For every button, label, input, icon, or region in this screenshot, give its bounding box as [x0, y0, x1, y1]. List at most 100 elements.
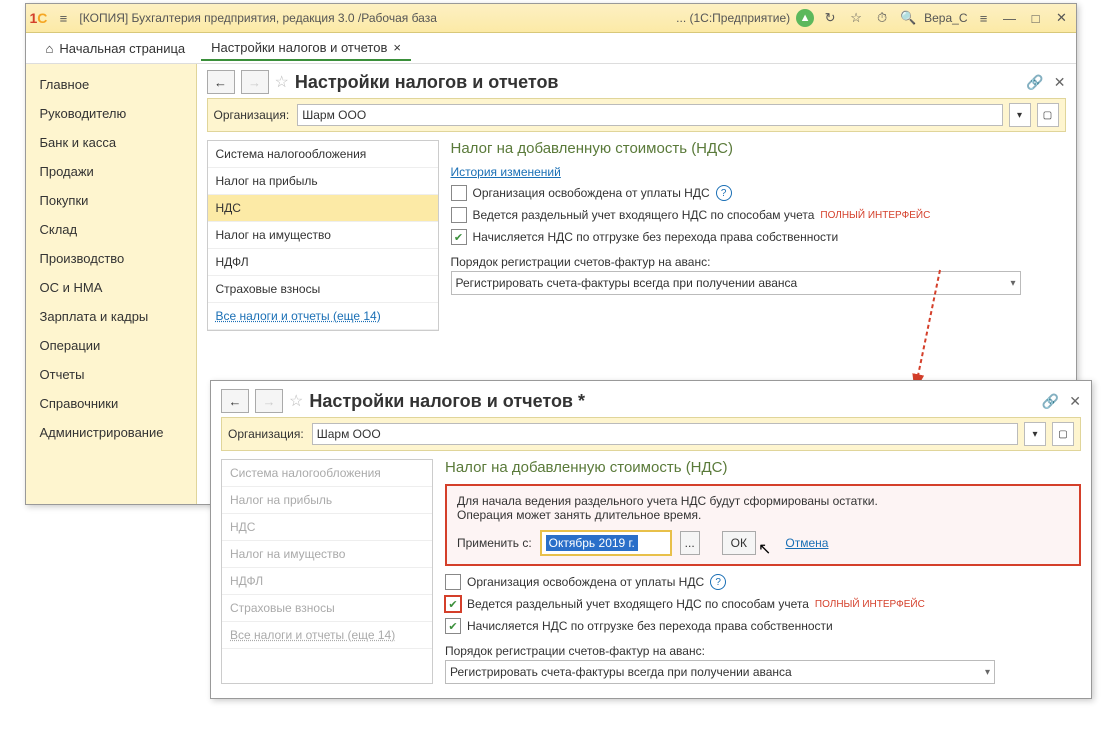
back-button[interactable]: ← [207, 70, 235, 94]
org-open-icon-2[interactable]: ▢ [1052, 422, 1074, 446]
select-value: Регистрировать счета-фактуры всегда при … [456, 276, 798, 290]
home-icon: ⌂ [46, 41, 54, 56]
badge-full-interface: ПОЛНЫЙ ИНТЕРФЕЙС [820, 210, 930, 221]
page-title: Настройки налогов и отчетов [295, 72, 559, 93]
sidebar: Главное Руководителю Банк и касса Продаж… [26, 64, 197, 504]
link-icon[interactable]: 🔗 [1026, 74, 1043, 91]
refresh-icon[interactable]: ↻ [820, 8, 840, 28]
settings-item-profit-tax[interactable]: Налог на прибыль [208, 168, 438, 195]
tab-label: Настройки налогов и отчетов [211, 40, 387, 55]
star-icon[interactable]: ☆ [846, 8, 866, 28]
sidebar-item-assets[interactable]: ОС и НМА [26, 273, 196, 302]
history-icon[interactable]: ⏱ [872, 8, 892, 28]
sidebar-item-operations[interactable]: Операции [26, 331, 196, 360]
settings-item-profit-2: Налог на прибыль [222, 487, 432, 514]
vat-panel-2: Налог на добавленную стоимость (НДС) Для… [445, 459, 1081, 684]
back-button-2[interactable]: ← [221, 389, 249, 413]
settings-item-tax-system[interactable]: Система налогообложения [208, 141, 438, 168]
sidebar-item-admin[interactable]: Администрирование [26, 418, 196, 447]
notification-icon[interactable]: ▲ [796, 9, 814, 27]
search-icon[interactable]: 🔍 [898, 8, 918, 28]
ok-button[interactable]: ОК [722, 531, 756, 555]
forward-button[interactable]: → [241, 70, 269, 94]
org-input-2[interactable]: Шарм ООО [312, 423, 1018, 445]
org-label: Организация: [214, 108, 290, 122]
settings-item-all-link[interactable]: Все налоги и отчеты (еще 14) [208, 303, 438, 330]
checkbox-exempt-2[interactable] [445, 574, 461, 590]
sidebar-item-payroll[interactable]: Зарплата и кадры [26, 302, 196, 331]
tab-home[interactable]: ⌂ Начальная страница [36, 37, 196, 60]
sidebar-item-bank[interactable]: Банк и касса [26, 128, 196, 157]
user-label[interactable]: Вера_С [924, 11, 967, 25]
label-exempt-2: Организация освобождена от уплаты НДС [467, 575, 704, 589]
titlebar: 1С ≡ [КОПИЯ] Бухгалтерия предприятия, ре… [26, 4, 1076, 33]
minimize-icon[interactable]: — [1000, 8, 1020, 28]
settings-item-insurance[interactable]: Страховые взносы [208, 276, 438, 303]
settings-item-pit-2: НДФЛ [222, 568, 432, 595]
apply-label: Применить с: [457, 536, 532, 550]
tab-close-icon[interactable]: × [393, 40, 401, 55]
sidebar-item-main[interactable]: Главное [26, 70, 196, 99]
sidebar-item-catalogs[interactable]: Справочники [26, 389, 196, 418]
tab-home-label: Начальная страница [59, 41, 185, 56]
sidebar-item-production[interactable]: Производство [26, 244, 196, 273]
sidebar-item-sales[interactable]: Продажи [26, 157, 196, 186]
org-dropdown-icon-2[interactable]: ▾ [1024, 422, 1046, 446]
favorite-icon-2[interactable]: ☆ [289, 391, 303, 411]
panel-close-icon[interactable]: ✕ [1054, 74, 1066, 91]
favorite-icon[interactable]: ☆ [275, 72, 289, 92]
panel-close-icon-2[interactable]: ✕ [1069, 393, 1081, 410]
org-bar: Организация: Шарм ООО ▾ ▢ [207, 98, 1066, 132]
select-value-2: Регистрировать счета-фактуры всегда при … [450, 665, 792, 679]
section-title-2: Налог на добавленную стоимость (НДС) [445, 459, 1081, 476]
checkbox-separate-2[interactable]: ✔ [445, 596, 461, 612]
maximize-icon[interactable]: □ [1026, 8, 1046, 28]
close-icon[interactable]: ✕ [1052, 8, 1072, 28]
checkbox-separate[interactable] [451, 207, 467, 223]
vat-panel: Налог на добавленную стоимость (НДС) Ист… [451, 140, 1066, 331]
date-input[interactable]: Октябрь 2019 г. [540, 530, 672, 556]
help-icon[interactable]: ? [716, 185, 732, 201]
date-picker-button[interactable]: ... [680, 531, 700, 555]
history-link[interactable]: История изменений [451, 165, 561, 179]
checkbox-shipment[interactable]: ✔ [451, 229, 467, 245]
settings-list-2: Система налогообложения Налог на прибыль… [221, 459, 433, 684]
org-input[interactable]: Шарм ООО [297, 104, 1002, 126]
select-label: Порядок регистрации счетов-фактур на ава… [451, 255, 711, 269]
cursor-icon: ↖ [758, 539, 771, 559]
sidebar-item-manager[interactable]: Руководителю [26, 99, 196, 128]
tab-settings[interactable]: Настройки налогов и отчетов × [201, 36, 411, 61]
help-icon-2[interactable]: ? [710, 574, 726, 590]
menu-icon[interactable]: ≡ [53, 8, 73, 28]
settings-item-vat-2: НДС [222, 514, 432, 541]
label-separate: Ведется раздельный учет входящего НДС по… [473, 208, 815, 222]
settings-item-all-2: Все налоги и отчеты (еще 14) [222, 622, 432, 649]
alert-line1: Для начала ведения раздельного учета НДС… [457, 494, 1069, 508]
settings-item-insurance-2: Страховые взносы [222, 595, 432, 622]
invoice-order-select[interactable]: Регистрировать счета-фактуры всегда при … [451, 271, 1021, 295]
org-open-icon[interactable]: ▢ [1037, 103, 1059, 127]
window-title-suffix: ... (1С:Предприятие) [676, 11, 790, 25]
forward-button-2[interactable]: → [255, 389, 283, 413]
alert-box: Для начала ведения раздельного учета НДС… [445, 484, 1081, 566]
org-label-2: Организация: [228, 427, 304, 441]
checkbox-shipment-2[interactable]: ✔ [445, 618, 461, 634]
cancel-link[interactable]: Отмена [785, 536, 828, 550]
alert-line2: Операция может занять длительное время. [457, 508, 1069, 522]
window-title: [КОПИЯ] Бухгалтерия предприятия, редакци… [79, 11, 436, 25]
date-value: Октябрь 2019 г. [546, 535, 638, 551]
sidebar-item-warehouse[interactable]: Склад [26, 215, 196, 244]
org-dropdown-icon[interactable]: ▾ [1009, 103, 1031, 127]
label-separate-2: Ведется раздельный учет входящего НДС по… [467, 597, 809, 611]
settings-item-property-tax[interactable]: Налог на имущество [208, 222, 438, 249]
checkbox-exempt[interactable] [451, 185, 467, 201]
settings-item-vat[interactable]: НДС [208, 195, 438, 222]
sidebar-item-purchase[interactable]: Покупки [26, 186, 196, 215]
settings-item-tax-system-2: Система налогообложения [222, 460, 432, 487]
settings-icon[interactable]: ≡ [974, 8, 994, 28]
section-title: Налог на добавленную стоимость (НДС) [451, 140, 1066, 157]
link-icon-2[interactable]: 🔗 [1042, 393, 1059, 410]
sidebar-item-reports[interactable]: Отчеты [26, 360, 196, 389]
invoice-order-select-2[interactable]: Регистрировать счета-фактуры всегда при … [445, 660, 995, 684]
settings-item-pit[interactable]: НДФЛ [208, 249, 438, 276]
